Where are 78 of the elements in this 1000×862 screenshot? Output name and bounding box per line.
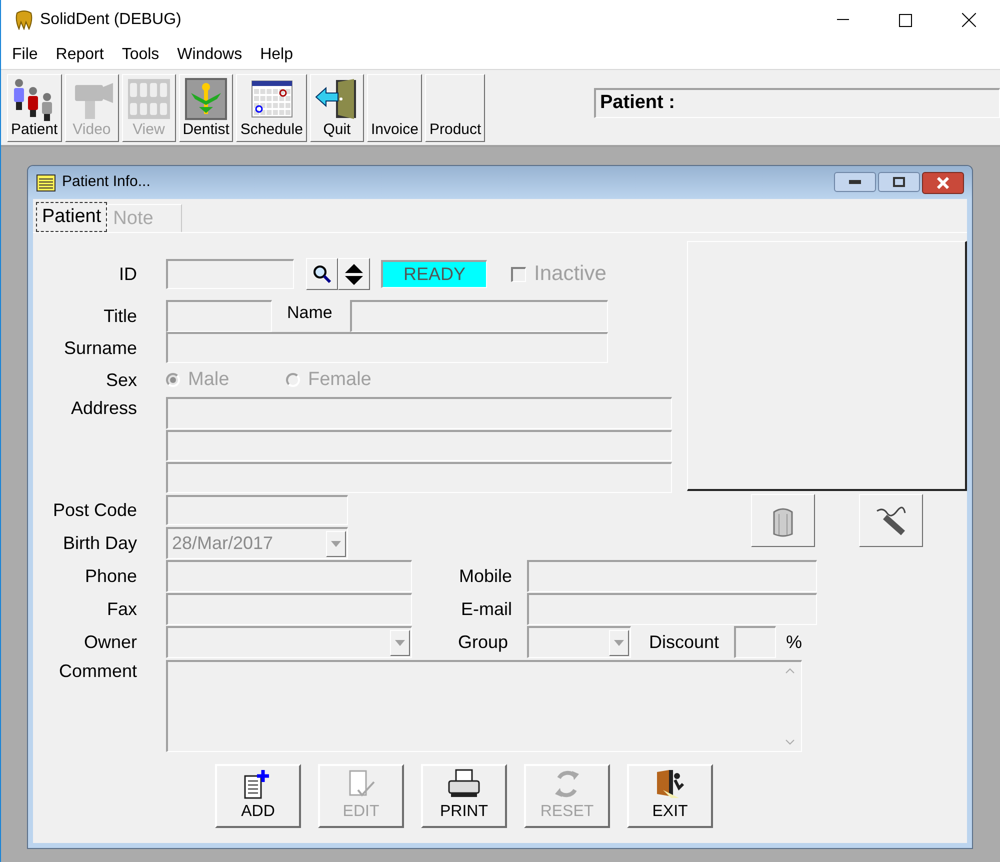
address-field[interactable]: [166, 397, 672, 429]
field-label: Post Code: [52, 499, 137, 521]
dropdown[interactable]: [527, 626, 631, 658]
window-title: SolidDent (DEBUG): [40, 10, 182, 30]
discount-field[interactable]: [734, 626, 776, 658]
menu-item[interactable]: File: [3, 42, 47, 66]
field-label: Phone: [84, 565, 137, 587]
field-label: Name: [287, 302, 334, 324]
percent-sign: %: [786, 630, 802, 654]
tab[interactable]: Patient: [36, 202, 108, 232]
comment-field[interactable]: [166, 660, 802, 752]
dropdown-arrow-icon: [331, 540, 341, 546]
dropdown-arrow-icon: [614, 640, 624, 646]
minimize-button[interactable]: [834, 172, 876, 192]
field-label: Title: [102, 305, 137, 327]
field-label: Surname: [62, 336, 137, 358]
toolbar-button[interactable]: Dentist: [178, 74, 234, 142]
field-label: Group: [456, 630, 508, 654]
search-button[interactable]: [306, 258, 338, 290]
toolbar-button[interactable]: Invoice: [366, 74, 422, 142]
restore-icon: [893, 176, 905, 186]
field-label: Fax: [106, 598, 137, 620]
arrow-down-icon: [345, 276, 363, 284]
text-field[interactable]: [166, 495, 348, 525]
radio-label: Female: [308, 368, 372, 392]
radio-label: Male: [188, 368, 230, 392]
maximize-icon: [899, 14, 912, 26]
scroll-down-icon: [785, 739, 795, 745]
field-label: Address: [70, 397, 137, 419]
text-field[interactable]: [527, 560, 817, 592]
panel-label: Patient :: [600, 91, 675, 116]
toolbar-button[interactable]: Patient: [7, 74, 62, 142]
field-label: Owner: [82, 631, 137, 653]
address-field[interactable]: [166, 462, 672, 493]
tooth-icon: [15, 10, 33, 30]
action-button[interactable]: PRINT: [421, 764, 507, 828]
field-label: Birth Day: [62, 532, 137, 554]
scroll-up-icon: [785, 668, 795, 674]
field-label: Mobile: [458, 564, 512, 588]
close-button[interactable]: [922, 172, 964, 194]
text-field[interactable]: [350, 300, 608, 332]
toolbar-button[interactable]: Schedule: [236, 74, 307, 142]
notepad-icon: [36, 174, 56, 192]
caduceus-icon: [183, 77, 230, 121]
address-field[interactable]: [166, 430, 672, 461]
spin-button[interactable]: [338, 258, 370, 290]
close-icon: [962, 13, 976, 27]
toolbar-button[interactable]: Quit: [310, 74, 364, 142]
field-label: Sex: [104, 369, 137, 391]
menu-item[interactable]: Tools: [112, 42, 168, 66]
menu-item[interactable]: Help: [251, 42, 302, 66]
child-window-title: Patient Info...: [62, 172, 150, 192]
status-indicator: READY: [381, 260, 487, 288]
menu-item[interactable]: Report: [46, 42, 113, 66]
text-field[interactable]: [166, 300, 272, 332]
dropdown-arrow-icon: [395, 640, 405, 646]
id-field[interactable]: [166, 259, 294, 289]
action-button[interactable]: EXIT: [627, 764, 713, 828]
field-label: E-mail: [460, 598, 512, 620]
text-field[interactable]: [527, 593, 817, 625]
text-field[interactable]: [166, 332, 608, 363]
menu-item[interactable]: Windows: [168, 42, 252, 66]
field-label: ID: [118, 263, 137, 285]
toolbar-button[interactable]: Product: [425, 74, 486, 142]
text-field[interactable]: [166, 560, 412, 592]
printer-icon: [447, 768, 481, 800]
field-label: Comment: [58, 660, 137, 682]
action-button[interactable]: ADD: [215, 764, 301, 828]
dropdown[interactable]: [166, 626, 412, 658]
minimize-icon: [849, 180, 861, 184]
field-label: Discount: [649, 630, 720, 654]
search-icon: [312, 264, 332, 284]
teeth-icon: [126, 77, 172, 121]
minimize-icon: [836, 19, 848, 21]
close-icon: [936, 176, 950, 188]
restore-button[interactable]: [878, 172, 920, 192]
arrow-up-icon: [345, 264, 363, 272]
text-field[interactable]: [166, 593, 412, 625]
